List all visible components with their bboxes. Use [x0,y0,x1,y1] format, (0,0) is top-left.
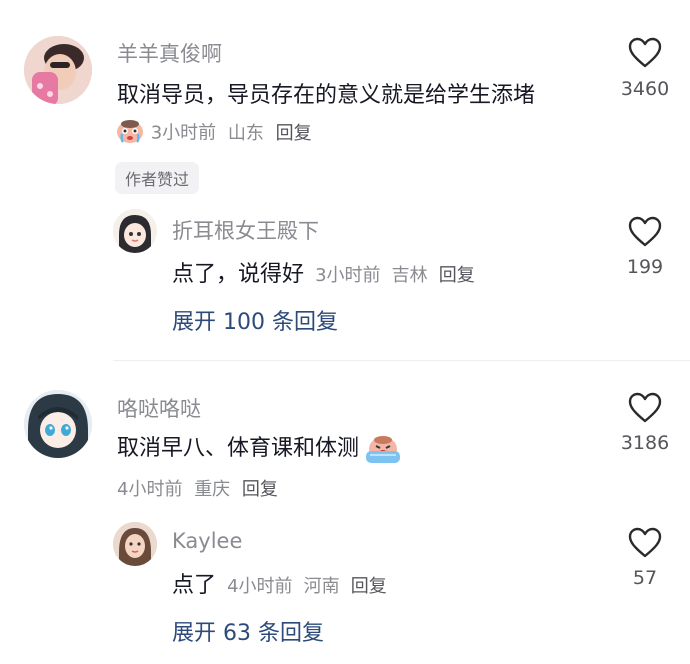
expand-replies-button[interactable]: 展开 100 条回复 [172,304,338,336]
comment-text-line: 取消早八、体育课和体测 [117,430,402,469]
reply-button[interactable]: 回复 [439,265,475,286]
comment-text: 取消导员，导员存在的意义就是给学生添堵 [117,83,536,108]
comment-meta: 3小时前 山东 回复 [115,118,312,149]
reply-time: 4小时前 [227,576,293,597]
reply-line: 点了，说得好 3小时前 吉林 回复 [172,256,475,288]
heart-outline-icon [628,527,662,558]
like-count: 199 [626,256,664,278]
comment-username[interactable]: 咯哒咯哒 [117,393,201,423]
reply-username[interactable]: Kaylee [172,529,242,553]
like-button[interactable] [605,392,685,427]
reply-time: 3小时前 [315,265,381,286]
reply-button[interactable]: 回复 [242,479,278,500]
reply-text: 点了，说得好 [172,262,305,287]
avatar-image [113,522,157,566]
like-count: 3460 [620,78,670,100]
author-liked-badge: 作者赞过 [115,162,200,194]
avatar[interactable] [24,36,92,104]
reply-location: 河南 [303,576,340,597]
comment-username[interactable]: 羊羊真俊啊 [117,38,222,68]
crying-face-emoji [115,118,145,149]
heart-outline-icon [628,392,662,423]
avatar-image [24,390,92,458]
avatar[interactable] [113,209,157,253]
comment-location: 山东 [227,122,264,144]
expand-replies-button[interactable]: 展开 63 条回复 [172,615,324,647]
comment-meta: 4小时前 重庆 回复 [117,475,278,501]
reply-text: 点了 [172,573,217,598]
heart-outline-icon [628,37,662,68]
comment-time: 3小时前 [150,122,217,144]
reply-username[interactable]: 折耳根女王殿下 [172,215,319,245]
heart-outline-icon [628,216,662,247]
like-count: 57 [632,567,658,589]
avatar[interactable] [24,390,92,458]
like-button[interactable] [605,37,685,72]
avatar-image [113,209,157,253]
reply-button[interactable]: 回复 [351,576,387,597]
avatar-image [24,36,92,104]
divider [113,360,690,361]
like-button[interactable] [605,527,685,562]
comment-location: 重庆 [194,479,231,500]
reply-location: 吉林 [391,265,428,286]
tearful-face-emoji [364,433,402,469]
comment-time: 4小时前 [117,479,183,500]
reply-line: 点了 4小时前 河南 回复 [172,567,387,599]
avatar[interactable] [113,522,157,566]
like-button[interactable] [605,216,685,251]
comment-text: 取消早八、体育课和体测 [117,436,360,461]
like-count: 3186 [620,432,670,454]
reply-button[interactable]: 回复 [276,123,312,144]
